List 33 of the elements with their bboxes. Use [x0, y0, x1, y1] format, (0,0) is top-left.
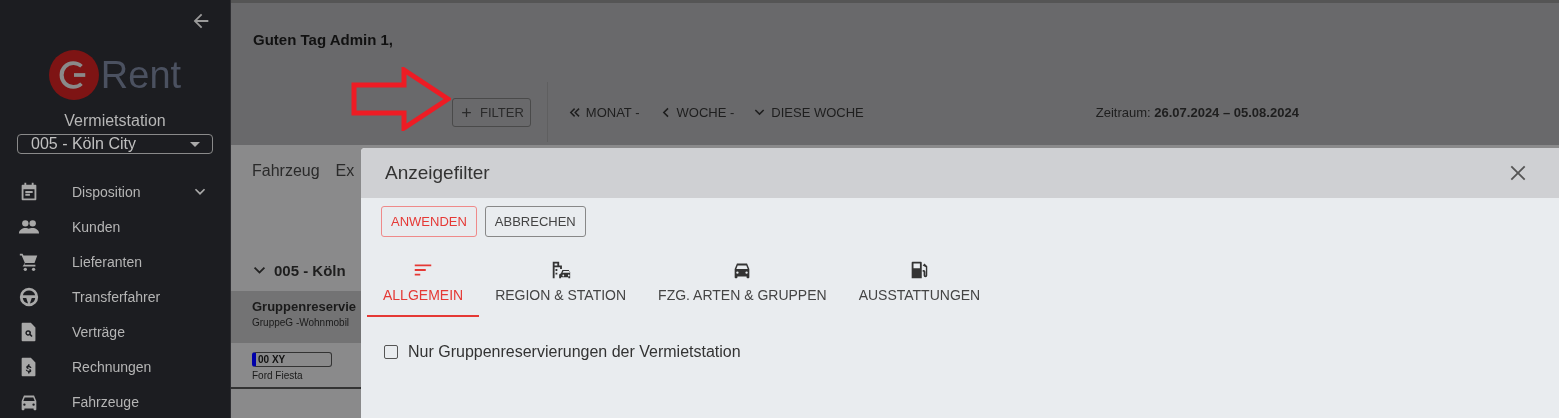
filter-tab[interactable]: AUSSTATTUNGEN	[842, 257, 997, 317]
checkbox[interactable]	[384, 345, 398, 359]
filter-tab[interactable]: ALLGEMEIN	[367, 257, 480, 317]
view-tab[interactable]: Fahrzeug	[252, 162, 320, 202]
dialog-button[interactable]: ANWENDEN	[381, 206, 477, 237]
double-chevron-left-icon	[568, 106, 580, 118]
sidebar-item[interactable]: Transferfahrer	[0, 279, 230, 314]
sidebar-item[interactable]: Verträge	[0, 314, 230, 349]
filter-tab[interactable]: FZG. ARTEN & GRUPPEN	[642, 257, 843, 317]
dialog-button[interactable]: ABBRECHEN	[484, 206, 586, 237]
group-row-title: Gruppenreservie	[252, 299, 358, 314]
group-row-subtitle: GruppeG -Wohnmobil	[252, 317, 351, 328]
vehicle-model: Ford Fiesta	[252, 370, 304, 381]
sidebar-item[interactable]: Rechnungen	[0, 349, 230, 384]
station-label: Vermietstation	[64, 112, 166, 130]
dialog-title: Anzeigefilter	[385, 162, 490, 184]
station-select[interactable]: 005 - Köln City	[17, 134, 213, 154]
period-text: Zeitraum: 26.07.2024 – 05.08.2024	[1095, 104, 1299, 120]
checkbox-label: Nur Gruppenreservierungen der Vermietstation	[408, 343, 741, 361]
group-title: 005 - Köln	[274, 262, 346, 279]
logo-icon	[48, 50, 99, 100]
view-tab[interactable]: Ex	[335, 162, 355, 202]
sidebar-item[interactable]: Kunden	[0, 209, 230, 244]
sidebar-item[interactable]: Disposition	[0, 174, 230, 209]
plate-tag: 00 XY	[252, 352, 332, 367]
steering-wheel-icon	[18, 285, 40, 308]
chevron-down-icon	[253, 266, 266, 275]
sidebar-item[interactable]: Fahrzeuge	[0, 384, 230, 418]
filter-tab[interactable]: REGION & STATION	[479, 257, 643, 317]
sidebar-item[interactable]: Lieferanten	[0, 244, 230, 279]
logo-text: Rent	[100, 56, 182, 94]
dropdown-caret-icon	[190, 141, 200, 147]
greeting-text: Guten Tag Admin 1,	[253, 31, 394, 48]
